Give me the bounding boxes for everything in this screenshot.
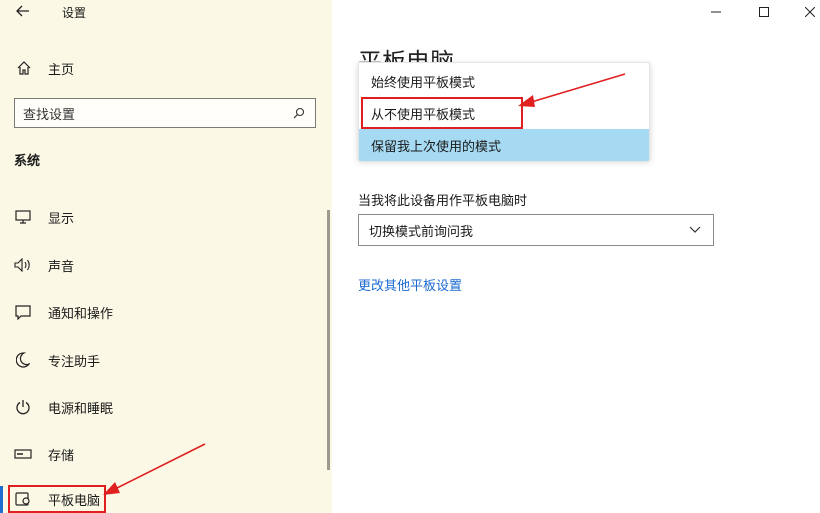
close-button[interactable] (790, 0, 820, 24)
sidebar: 设置 主页 查找设置 系统 显示 声音 通知和操作 专注助手 电源和睡眠 存储 … (0, 0, 332, 513)
sidebar-item-label: 通知和操作 (48, 306, 114, 322)
sidebar-item-storage[interactable]: 存储 (12, 441, 74, 467)
sidebar-item-display[interactable]: 显示 (12, 204, 74, 230)
app-title: 设置 (62, 6, 87, 20)
sidebar-scrollbar[interactable] (327, 210, 330, 470)
titlebar-left: 设置 (0, 0, 332, 28)
section-label-system: 系统 (14, 154, 41, 169)
monitor-icon (12, 206, 34, 228)
sidebar-item-tablet[interactable]: 平板电脑 (8, 485, 107, 513)
sidebar-item-label: 存储 (48, 448, 75, 464)
sidebar-item-notifications[interactable]: 通知和操作 (12, 299, 113, 325)
sidebar-item-label: 电源和睡眠 (48, 401, 114, 417)
select-value: 切换模式前询问我 (369, 224, 474, 240)
maximize-icon (759, 7, 769, 17)
dropdown-option-keep-last[interactable]: 保留我上次使用的模式 (359, 129, 649, 161)
speaker-icon (12, 254, 34, 276)
dropdown-option-always[interactable]: 始终使用平板模式 (359, 65, 649, 97)
arrow-left-icon (16, 5, 29, 17)
tablet-use-label: 当我将此设备用作平板电脑时 (358, 194, 528, 209)
tablet-mode-dropdown-menu: 始终使用平板模式 从不使用平板模式 保留我上次使用的模式 (358, 62, 650, 161)
selection-indicator (0, 486, 3, 513)
sidebar-item-power-sleep[interactable]: 电源和睡眠 (12, 394, 113, 420)
main-panel: 平板电脑 始终使用平板模式 从不使用平板模式 保留我上次使用的模式 当我将此设备… (332, 0, 820, 513)
dropdown-option-never[interactable]: 从不使用平板模式 (361, 97, 523, 129)
maximize-button[interactable] (744, 0, 784, 24)
sidebar-item-sound[interactable]: 声音 (12, 252, 74, 278)
sidebar-item-label: 显示 (48, 211, 75, 227)
more-tablet-settings-link[interactable]: 更改其他平板设置 (358, 275, 462, 294)
search-input[interactable]: 查找设置 (14, 98, 316, 128)
home-nav-item[interactable]: 主页 (14, 56, 74, 80)
tablet-use-select[interactable]: 切换模式前询问我 (358, 214, 714, 246)
home-icon (14, 58, 34, 78)
moon-icon (12, 349, 34, 371)
sidebar-item-focus-assist[interactable]: 专注助手 (12, 347, 100, 373)
sidebar-item-label: 声音 (48, 259, 75, 275)
home-label: 主页 (48, 62, 75, 78)
minimize-icon (711, 11, 721, 13)
search-icon[interactable] (291, 105, 307, 121)
search-placeholder: 查找设置 (23, 107, 76, 123)
tablet-icon (12, 488, 34, 510)
chevron-down-icon (687, 222, 703, 238)
storage-icon (12, 443, 34, 465)
power-icon (12, 396, 34, 418)
message-icon (12, 301, 34, 323)
minimize-button[interactable] (696, 0, 736, 24)
sidebar-item-label: 平板电脑 (48, 493, 101, 509)
sidebar-item-label: 专注助手 (48, 354, 101, 370)
back-button[interactable] (10, 2, 36, 24)
close-icon (805, 7, 815, 17)
